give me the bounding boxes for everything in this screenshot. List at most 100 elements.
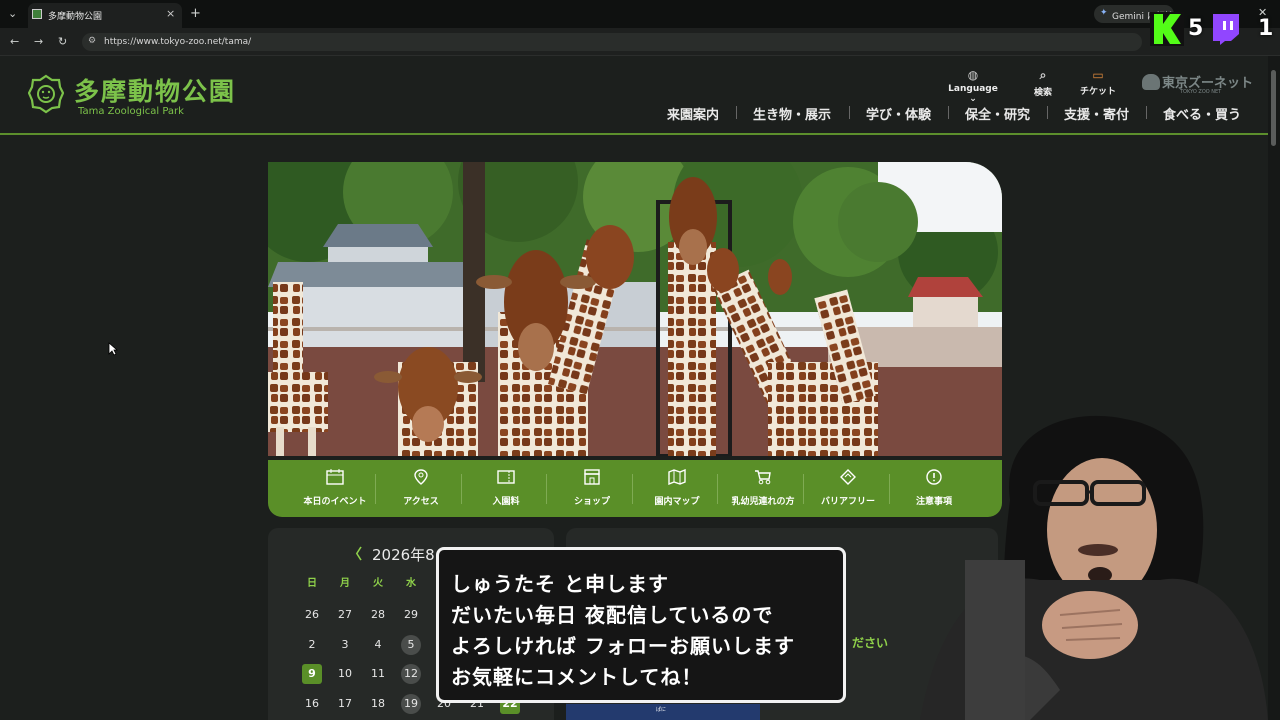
nav-divider xyxy=(1146,106,1147,119)
nav-divider xyxy=(1047,106,1048,119)
ticket-label: チケット xyxy=(1079,87,1116,97)
tab-list-icon[interactable]: ⌄ xyxy=(8,8,17,19)
quick-link-barrier-free[interactable]: バリアフリー xyxy=(805,460,891,517)
streamer-intro-overlay: しゅうたそ と申します だいたい毎日 夜配信しているので よろしければ フォロー… xyxy=(436,547,846,703)
nav-divider xyxy=(849,106,850,119)
site-logo[interactable]: 多摩動物公園 Tama Zoological Park xyxy=(28,72,258,122)
quick-link-events[interactable]: 本日のイベント xyxy=(292,460,378,517)
calendar-day-closed[interactable]: 5 xyxy=(401,635,421,655)
calendar-day[interactable]: 3 xyxy=(335,635,355,655)
new-tab-button[interactable]: + xyxy=(190,7,201,20)
calendar-day[interactable]: 18 xyxy=(368,694,388,714)
quick-link-label: アクセス xyxy=(403,497,439,507)
quick-link-divider xyxy=(546,474,547,504)
shop-icon xyxy=(584,469,600,485)
chevron-down-icon: ⌄ xyxy=(969,94,977,104)
info-card-thumbnail[interactable]: ぱに xyxy=(566,704,760,720)
url-field[interactable]: ⚙ https://www.tokyo-zoo.net/tama/ xyxy=(82,33,1142,51)
browser-tab-bar: ⌄ 多摩動物公園 × + ✦ Gemini に相談 ✕ xyxy=(0,0,1280,28)
calendar-day[interactable]: 11 xyxy=(368,664,388,684)
calendar-day-today[interactable]: 9 xyxy=(302,664,322,684)
map-pin-icon xyxy=(414,469,428,485)
quick-link-divider xyxy=(632,474,633,504)
quick-link-label: 入園料 xyxy=(492,497,520,507)
nav-support-donate[interactable]: 支援・寄付 xyxy=(1064,104,1129,123)
back-icon[interactable]: ← xyxy=(10,36,19,47)
calendar-day[interactable]: 2 xyxy=(302,635,322,655)
reload-icon[interactable]: ↻ xyxy=(58,36,67,47)
calendar-day[interactable]: 16 xyxy=(302,694,322,714)
weekday-label: 水 xyxy=(406,578,416,589)
streamer-webcam xyxy=(880,410,1268,720)
nav-conservation-research[interactable]: 保全・研究 xyxy=(965,104,1030,123)
language-label: Language xyxy=(948,84,998,94)
quick-link-admission[interactable]: 入園料 xyxy=(463,460,549,517)
weekday-label: 月 xyxy=(340,578,350,589)
calendar-day[interactable]: 4 xyxy=(368,635,388,655)
url-text: https://www.tokyo-zoo.net/tama/ xyxy=(104,37,252,47)
logo-title-en: Tama Zoological Park xyxy=(78,106,184,117)
map-icon xyxy=(668,469,686,485)
nav-divider xyxy=(948,106,949,119)
twitch-count: 1 xyxy=(1258,16,1274,41)
tokyo-zoo-net-logo[interactable]: 東京ズーネット TOKYO ZOO NET xyxy=(1142,72,1253,98)
calendar-day-closed[interactable]: 12 xyxy=(401,664,421,684)
intro-line: よろしければ フォローお願いします xyxy=(451,634,795,658)
calendar-day[interactable]: 29 xyxy=(401,605,421,625)
nav-animals-exhibits[interactable]: 生き物・展示 xyxy=(753,104,831,123)
twitch-logo-icon xyxy=(1213,14,1239,45)
zoo-net-mark-icon xyxy=(1142,74,1160,90)
calendar-day[interactable]: 26 xyxy=(302,605,322,625)
logo-title-jp: 多摩動物公園 xyxy=(74,77,237,106)
quick-link-shop[interactable]: ショップ xyxy=(549,460,635,517)
page-scrollbar[interactable] xyxy=(1268,56,1280,720)
quick-link-divider xyxy=(717,474,718,504)
favicon-icon xyxy=(32,9,42,19)
weekday-label: 日 xyxy=(307,578,317,589)
tab-title: 多摩動物公園 xyxy=(48,12,103,22)
search-label: 検索 xyxy=(1033,88,1052,98)
quick-link-label: 乳幼児連れの方 xyxy=(731,497,795,507)
weekday-label: 火 xyxy=(373,578,383,589)
search-icon: ⌕ xyxy=(1039,68,1047,82)
quick-link-label: 園内マップ xyxy=(654,497,700,507)
nav-learn-experience[interactable]: 学び・体験 xyxy=(866,104,931,123)
ticket-icon xyxy=(497,470,515,484)
barrier-free-icon xyxy=(840,469,856,485)
site-info-icon[interactable]: ⚙ xyxy=(88,36,96,46)
twitch-counter: 1 xyxy=(1210,12,1276,48)
calendar-day[interactable]: 28 xyxy=(368,605,388,625)
quick-link-access[interactable]: アクセス xyxy=(378,460,464,517)
stroller-icon xyxy=(755,470,771,485)
nav-visit-info[interactable]: 来園案内 xyxy=(667,104,719,123)
lion-logo-icon xyxy=(28,74,64,114)
intro-line: だいたい毎日 夜配信しているので xyxy=(451,603,774,627)
forward-icon[interactable]: → xyxy=(34,36,43,47)
calendar-day[interactable]: 10 xyxy=(335,664,355,684)
k-counter: 5 xyxy=(1148,12,1208,48)
nav-eat-shop[interactable]: 食べる・買う xyxy=(1163,104,1241,123)
browser-tab[interactable]: 多摩動物公園 × xyxy=(28,3,182,28)
quick-link-with-infants[interactable]: 乳幼児連れの方 xyxy=(720,460,806,517)
language-selector[interactable]: ◍ Language ⌄ xyxy=(948,68,998,104)
webcam-person xyxy=(920,415,1268,720)
scrollbar-thumb[interactable] xyxy=(1271,70,1276,146)
globe-icon: ◍ xyxy=(967,68,979,82)
tab-close-icon[interactable]: × xyxy=(166,7,175,20)
zoo-net-sub: TOKYO ZOO NET xyxy=(1180,89,1222,95)
calendar-day[interactable]: 17 xyxy=(335,694,355,714)
calendar-day[interactable]: 27 xyxy=(335,605,355,625)
quick-link-label: ショップ xyxy=(573,497,610,507)
k-logo-icon xyxy=(1150,12,1184,46)
calendar-month-title: 2026年8 xyxy=(372,546,435,564)
calendar-prev-button[interactable]: 〈 xyxy=(348,544,362,564)
search-link[interactable]: ⌕ 検索 xyxy=(1018,68,1068,98)
ticket-icon: ▭ xyxy=(1092,68,1104,82)
intro-line: お気軽にコメントしてね！ xyxy=(451,665,703,689)
intro-line: しゅうたそ と申します xyxy=(451,572,669,596)
ticket-link[interactable]: ▭ チケット xyxy=(1073,68,1123,97)
k-count: 5 xyxy=(1188,16,1204,41)
calendar-icon xyxy=(326,469,344,485)
calendar-day-closed[interactable]: 19 xyxy=(401,694,421,714)
quick-link-park-map[interactable]: 園内マップ xyxy=(634,460,720,517)
